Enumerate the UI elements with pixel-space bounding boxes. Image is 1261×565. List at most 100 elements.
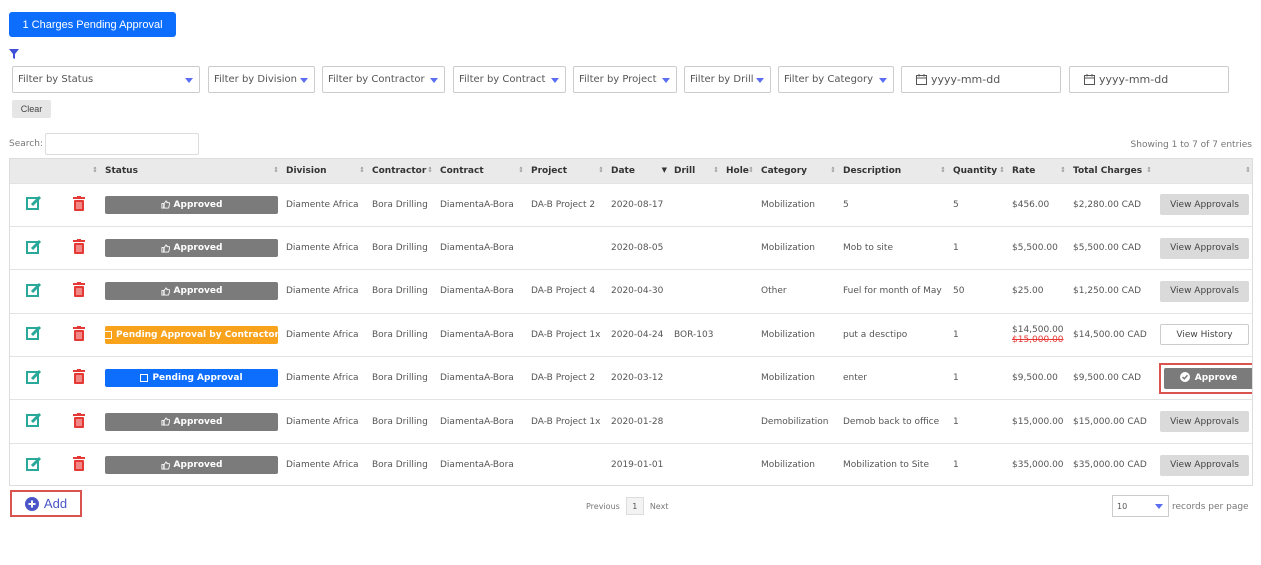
pending-approval-button[interactable]: 1 Charges Pending Approval	[9, 12, 176, 37]
status-badge: Pending Approval by Contractor	[104, 325, 279, 344]
next-page-link[interactable]: Next	[650, 502, 669, 511]
sort-desc-icon: ▼	[661, 166, 667, 174]
quantity-cell: 50	[953, 286, 965, 297]
col-edit	[10, 159, 57, 183]
category-cell: Mobilization	[761, 243, 815, 254]
view-approvals-button[interactable]: View Approvals	[1160, 454, 1249, 476]
trash-icon[interactable]	[73, 239, 85, 257]
category-cell: Mobilization	[761, 329, 815, 340]
sort-icon: ⇕	[1060, 166, 1066, 174]
edit-icon[interactable]	[25, 456, 42, 475]
chevron-down-icon	[300, 78, 308, 83]
view-approvals-button[interactable]: View Approvals	[1160, 237, 1249, 259]
sort-icon: ⇕	[359, 166, 365, 174]
col-delete[interactable]: ⇕	[57, 159, 101, 183]
start-date-input[interactable]: yyyy-mm-dd	[901, 66, 1061, 93]
col-project[interactable]: Project ⇕	[527, 159, 607, 183]
filter-project-select[interactable]: Filter by Project	[573, 66, 677, 93]
quantity-cell: 1	[953, 329, 959, 340]
end-date-input[interactable]: yyyy-mm-dd	[1069, 66, 1229, 93]
filter-contractor-select[interactable]: Filter by Contractor	[322, 66, 445, 93]
hole-cell	[722, 226, 757, 269]
edit-icon[interactable]	[25, 239, 42, 258]
edit-icon[interactable]	[25, 282, 42, 301]
search-input[interactable]	[45, 133, 199, 155]
col-status[interactable]: Status ⇕	[101, 159, 282, 183]
view-approvals-button[interactable]: View Approvals	[1160, 411, 1249, 433]
col-hole-label: Hole	[726, 165, 749, 176]
add-charge-button[interactable]: Add	[10, 490, 82, 517]
trash-icon[interactable]	[73, 195, 85, 214]
total-cell: $2,280.00 CAD	[1073, 199, 1142, 210]
edit-icon[interactable]	[25, 413, 42, 431]
contract-cell: DiamentaA-Bora	[440, 329, 514, 340]
sort-icon: ⇕	[273, 166, 279, 174]
trash-icon[interactable]	[73, 282, 85, 300]
col-division[interactable]: Division ⇕	[282, 159, 368, 183]
records-per-page-select[interactable]: 10	[1112, 495, 1169, 517]
contract-cell: DiamentaA-Bora	[440, 416, 514, 427]
edit-icon[interactable]	[25, 196, 42, 214]
trash-icon[interactable]	[73, 456, 85, 474]
project-cell: DA-B Project 1x	[531, 416, 601, 427]
table-row: Approved Diamente Africa Bora Drilling D…	[10, 226, 1252, 269]
trash-icon[interactable]	[73, 325, 85, 344]
col-drill[interactable]: Drill ⇕	[670, 159, 722, 183]
project-cell	[527, 226, 607, 269]
action-cell: View Approvals	[1155, 226, 1252, 269]
clear-filters-button[interactable]: Clear	[12, 100, 51, 118]
filter-category-select[interactable]: Filter by Category	[778, 66, 894, 93]
edit-icon[interactable]	[25, 326, 42, 344]
filter-drill-label: Filter by Drill	[690, 74, 754, 85]
col-contract[interactable]: Contract ⇕	[436, 159, 527, 183]
hole-cell	[722, 313, 757, 356]
trash-icon[interactable]	[73, 412, 85, 431]
sort-icon: ⇕	[518, 166, 524, 174]
col-rate-label: Rate	[1012, 165, 1036, 176]
col-contract-label: Contract	[440, 165, 484, 176]
total-cell: $14,500.00 CAD	[1073, 329, 1147, 340]
table-row: Pending Approval by Contractor Diamente …	[10, 313, 1252, 356]
contractor-cell: Bora Drilling	[372, 460, 428, 471]
status-text: Approved	[173, 460, 223, 471]
col-hole[interactable]: Hole ⇕	[722, 159, 757, 183]
col-category[interactable]: Category ⇕	[757, 159, 839, 183]
contract-cell: DiamentaA-Bora	[440, 199, 514, 210]
hole-cell	[722, 270, 757, 313]
filter-icon[interactable]	[8, 48, 20, 60]
table-row: Approved Diamente Africa Bora Drilling D…	[10, 399, 1252, 443]
project-cell: DA-B Project 1x	[531, 329, 601, 340]
col-total-label: Total Charges	[1073, 165, 1143, 176]
description-cell: Mobilization to Site	[843, 460, 930, 471]
page-1-button[interactable]: 1	[625, 497, 644, 515]
trash-icon[interactable]	[73, 369, 85, 387]
col-contractor[interactable]: Contractor ⇕	[368, 159, 436, 183]
view-approvals-button[interactable]: View Approvals	[1160, 194, 1249, 216]
filter-status-select[interactable]: Filter by Status	[12, 66, 200, 93]
end-date-placeholder: yyyy-mm-dd	[1099, 73, 1169, 86]
col-total[interactable]: Total Charges ⇕	[1069, 159, 1155, 183]
filter-drill-select[interactable]: Filter by Drill	[684, 66, 771, 93]
chevron-down-icon	[662, 78, 670, 83]
rate-value: $14,500.00	[1012, 324, 1064, 335]
division-cell: Diamente Africa	[286, 416, 359, 427]
total-cell: $1,250.00 CAD	[1073, 286, 1142, 297]
col-actions[interactable]: ⇕	[1155, 159, 1252, 183]
view-history-button[interactable]: View History	[1160, 324, 1249, 346]
col-description[interactable]: Description ⇕	[839, 159, 949, 183]
view-approvals-button[interactable]: View Approvals	[1160, 280, 1249, 302]
previous-page-link[interactable]: Previous	[586, 502, 620, 511]
contract-cell: DiamentaA-Bora	[440, 286, 514, 297]
contract-cell: DiamentaA-Bora	[440, 243, 514, 254]
project-cell	[527, 443, 607, 485]
col-contractor-label: Contractor	[372, 165, 427, 176]
col-date[interactable]: Date ▼	[607, 159, 670, 183]
filter-division-select[interactable]: Filter by Division	[208, 66, 315, 93]
col-quantity[interactable]: Quantity ⇕	[949, 159, 1008, 183]
filter-contract-select[interactable]: Filter by Contract	[453, 66, 566, 93]
edit-icon[interactable]	[25, 369, 42, 388]
table-row: Approved Diamente Africa Bora Drilling D…	[10, 443, 1252, 485]
drill-cell	[670, 443, 722, 485]
approve-button[interactable]: Approve	[1164, 367, 1252, 389]
col-rate[interactable]: Rate ⇕	[1008, 159, 1069, 183]
